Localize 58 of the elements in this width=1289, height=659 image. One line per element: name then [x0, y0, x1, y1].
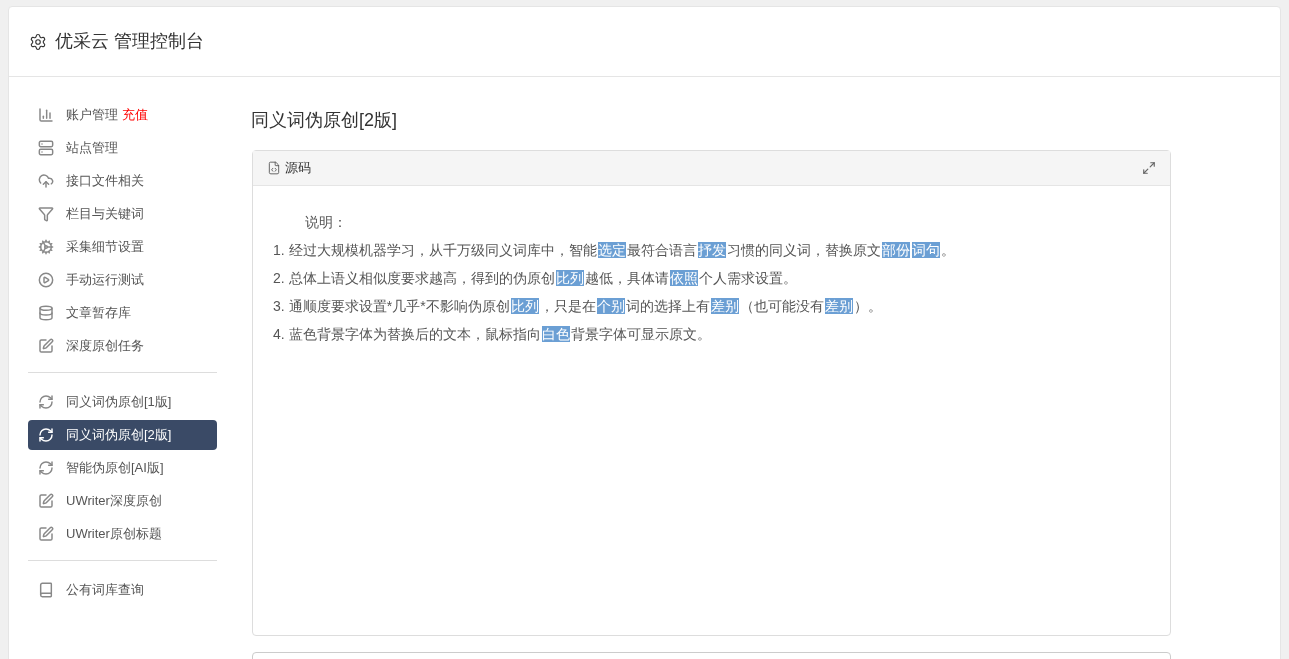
sidebar-item[interactable]: 文章暂存库 [28, 298, 217, 328]
sidebar-item[interactable]: 同义词伪原创[1版] [28, 387, 217, 417]
list-number: 1. [273, 241, 285, 260]
item-label: 手动运行测试 [66, 271, 144, 290]
refresh-icon [38, 427, 54, 443]
list-number: 3. [273, 297, 285, 316]
item-label: 智能伪原创[AI版] [66, 459, 164, 478]
item-label: 接口文件相关 [66, 172, 144, 191]
sidebar-item[interactable]: UWriter深度原创 [28, 486, 217, 516]
instruction-text: 总体上语义相似度要求越高，得到的伪原创 比列越低，具体请依照个人需求设置。 [288, 269, 797, 288]
sidebar-item[interactable]: 同义词伪原创[2版] [28, 420, 217, 450]
item-label: 采集细节设置 [66, 238, 144, 257]
instruction-text: 通顺度要求设置*几乎*不影响伪原创 比列，只是在个别词的选择上有差别（也可能没有差别）。 [288, 297, 882, 316]
edit-icon [38, 526, 54, 542]
list-number: 4. [273, 325, 285, 344]
item-label: 文章暂存库 [66, 304, 131, 323]
play-icon [38, 272, 54, 288]
sidebar-item[interactable]: 栏目与关键词 [28, 199, 217, 229]
sidebar-item[interactable]: 接口文件相关 [28, 166, 217, 196]
sidebar-item[interactable]: 账户管理 充值 [28, 100, 217, 130]
item-label: 栏目与关键词 [66, 205, 144, 224]
cloud-upload-icon [38, 173, 54, 189]
sidebar-item[interactable]: 智能伪原创[AI版] [28, 453, 217, 483]
instructions-heading: 说明： [305, 213, 347, 232]
recharge-link[interactable]: 充值 [122, 105, 148, 125]
filter-icon [38, 206, 54, 222]
instruction-text: 经过大规模机器学习，从千万级同义词库中，智能选定最符合语言抒发习惯的同义词，替换原文部份词句。 [288, 241, 955, 260]
item-label: 深度原创任务 [66, 337, 144, 356]
sidebar-item[interactable]: 站点管理 [28, 133, 217, 163]
database-icon [38, 305, 54, 321]
item-label: UWriter原创标题 [66, 525, 162, 544]
item-label: 站点管理 [66, 139, 118, 158]
source-tab[interactable]: 源码 [285, 158, 311, 178]
item-label: 同义词伪原创[1版] [66, 393, 172, 412]
item-label: UWriter深度原创 [66, 492, 162, 511]
console-title: 优采云 管理控制台 [55, 30, 204, 53]
code-file-icon [267, 161, 281, 175]
sidebar-item[interactable]: 深度原创任务 [28, 331, 217, 361]
fullscreen-icon[interactable] [1142, 161, 1156, 175]
server-icon [38, 140, 54, 156]
list-number: 2. [273, 269, 285, 288]
sidebar-item[interactable]: 公有词库查询 [28, 575, 217, 605]
edit-icon [38, 493, 54, 509]
refresh-icon [38, 460, 54, 476]
item-label: 公有词库查询 [66, 581, 144, 600]
bar-chart-icon [38, 107, 54, 123]
item-label: 同义词伪原创[2版] [66, 426, 172, 445]
book-icon [38, 582, 54, 598]
refresh-icon [38, 394, 54, 410]
sidebar-item[interactable]: 采集细节设置 [28, 232, 217, 262]
gears-icon [38, 239, 54, 255]
edit-icon [38, 338, 54, 354]
item-label: 账户管理 [66, 106, 118, 125]
sidebar-item[interactable]: 手动运行测试 [28, 265, 217, 295]
settings-icon [29, 32, 47, 51]
sidebar-item[interactable]: UWriter原创标题 [28, 519, 217, 549]
page-title: 同义词伪原创[2版] [251, 109, 398, 132]
instruction-text: 蓝色背景字体为替换后的文本，鼠标指向 白色背景字体可显示原文。 [288, 325, 711, 344]
